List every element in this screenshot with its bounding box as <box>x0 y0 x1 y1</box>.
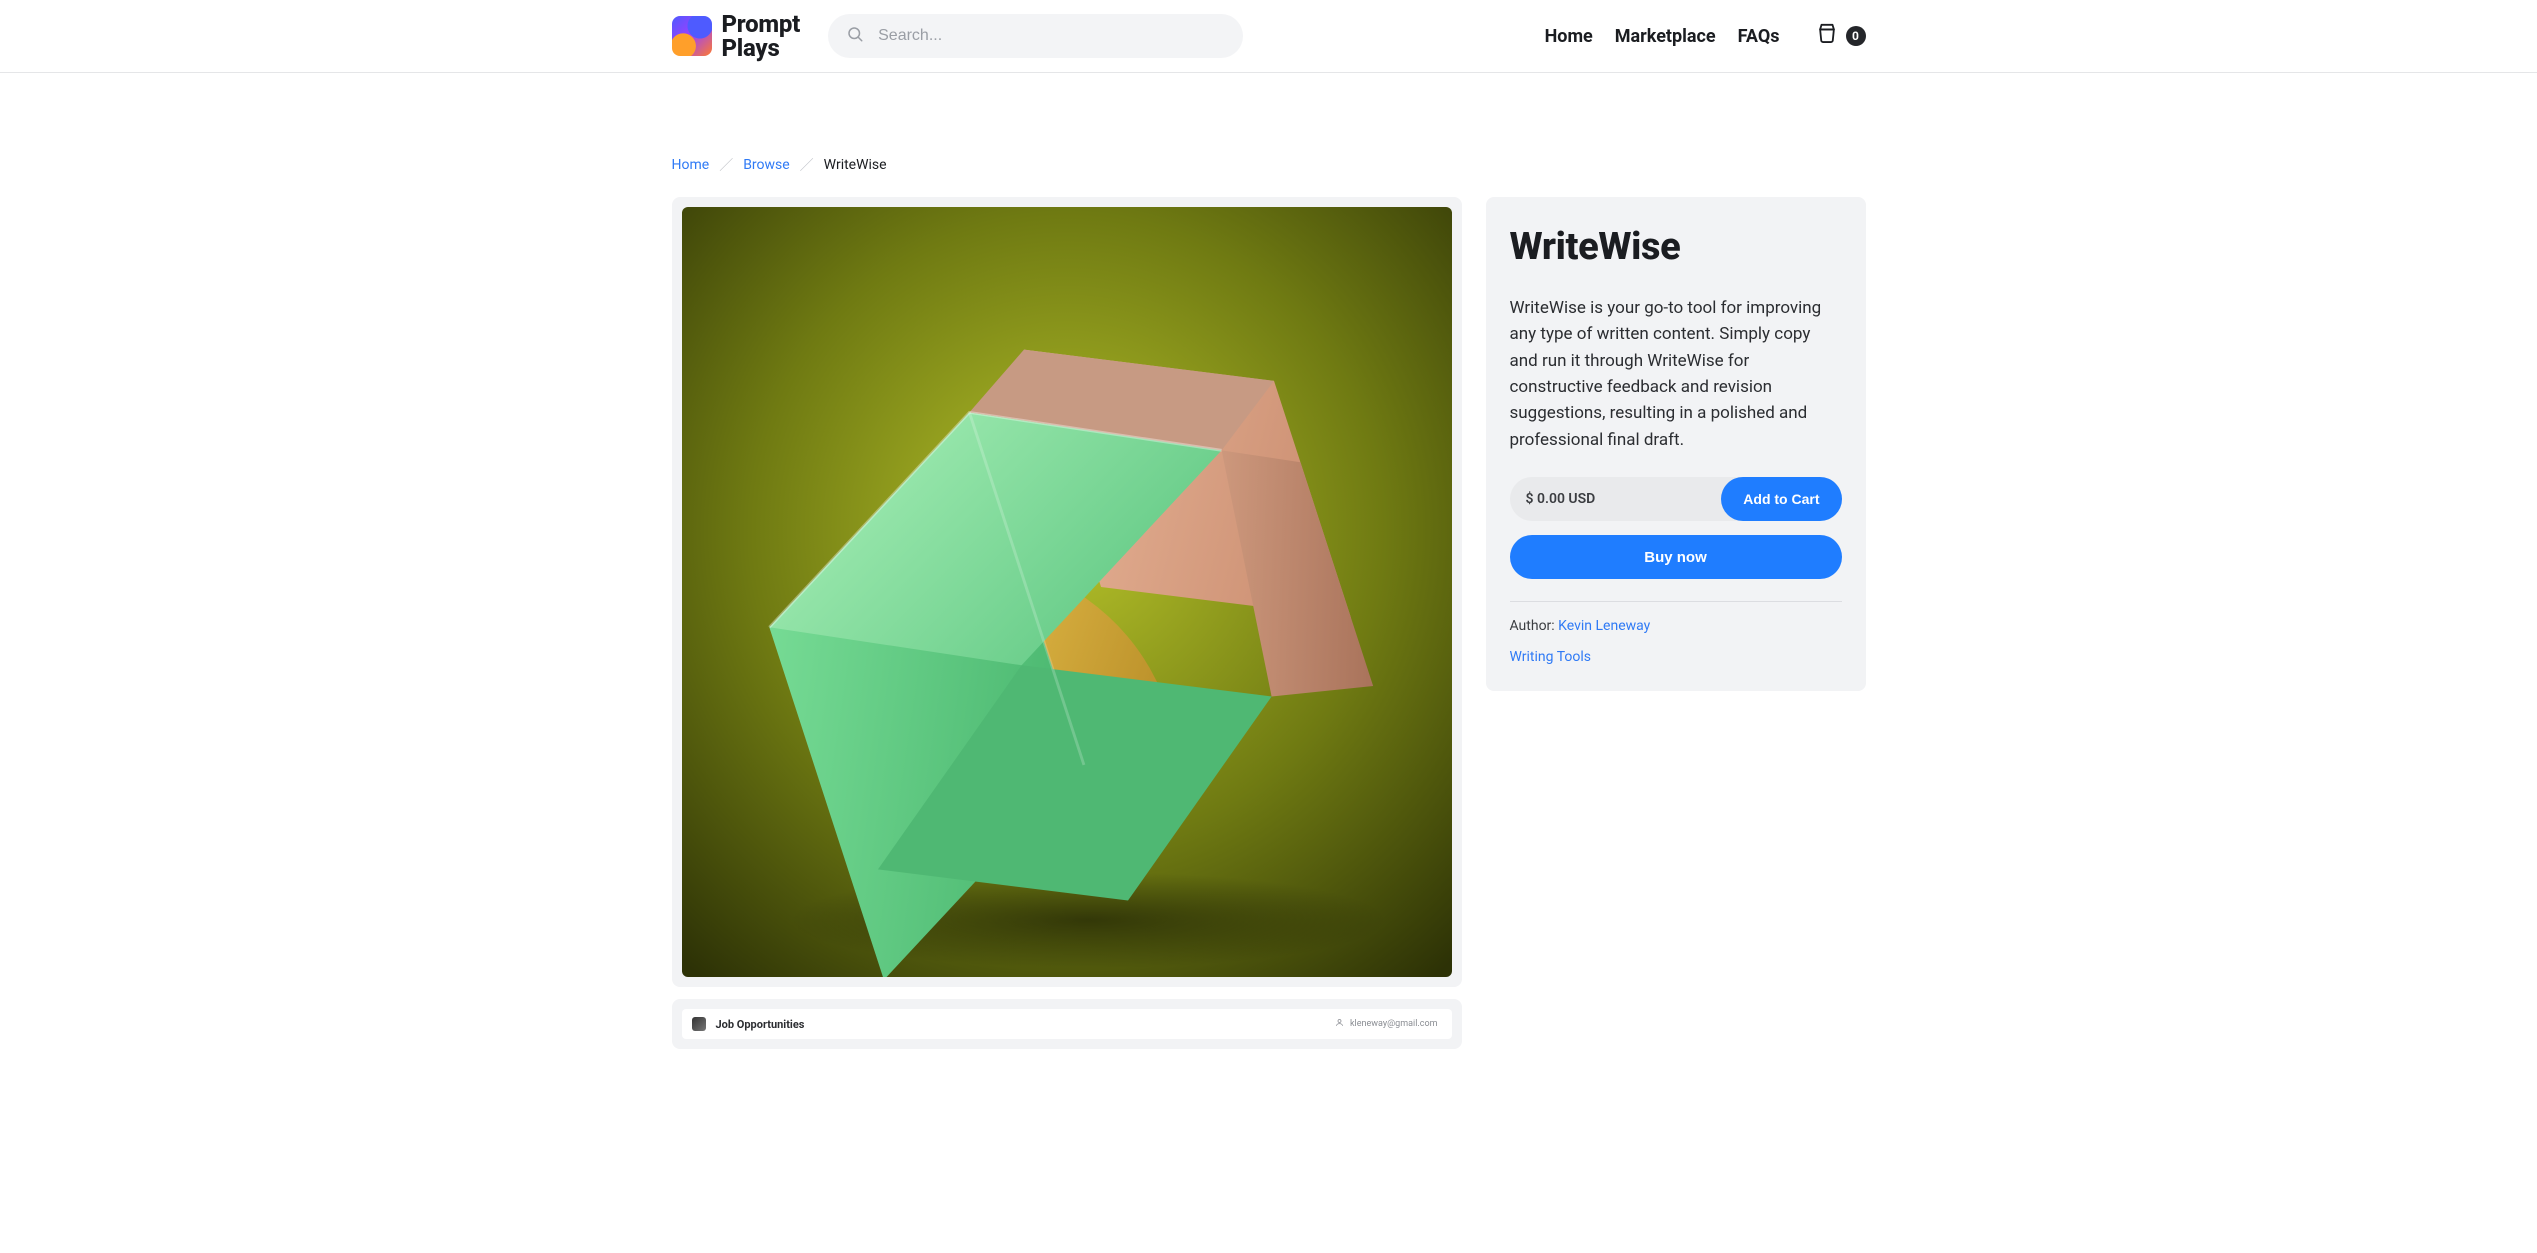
breadcrumb: Home ／ Browse ／ WriteWise <box>672 73 1866 197</box>
hero-image <box>682 207 1452 977</box>
breadcrumb-sep-icon: ／ <box>800 155 814 175</box>
author-link[interactable]: Kevin Leneway <box>1558 618 1650 634</box>
search-input[interactable] <box>876 26 1225 46</box>
hero-image-card <box>672 197 1462 987</box>
divider <box>1510 601 1842 602</box>
topbar: Prompt Plays Home Marketplace FAQs <box>0 0 2537 73</box>
brand-logo[interactable]: Prompt Plays <box>672 12 801 61</box>
search-icon <box>846 25 864 47</box>
search-field[interactable] <box>828 14 1243 58</box>
product-summary-card: WriteWise WriteWise is your go-to tool f… <box>1486 197 1866 691</box>
brand-line1: Prompt <box>722 12 801 36</box>
product-title: WriteWise <box>1510 225 1842 269</box>
brand-logo-text: Prompt Plays <box>722 12 801 61</box>
buy-now-button[interactable]: Buy now <box>1510 535 1842 579</box>
author-line: Author: Kevin Leneway <box>1510 618 1842 634</box>
add-to-cart-button[interactable]: Add to Cart <box>1721 477 1841 521</box>
thumb-title: Job Opportunities <box>716 1018 805 1031</box>
breadcrumb-browse[interactable]: Browse <box>743 157 789 173</box>
thumb-logo-icon <box>692 1017 706 1031</box>
breadcrumb-current: WriteWise <box>824 157 887 173</box>
category-link[interactable]: Writing Tools <box>1510 649 1591 665</box>
user-icon <box>1335 1018 1344 1030</box>
secondary-thumbnail: Job Opportunities kleneway@gmail.com <box>682 1009 1452 1039</box>
author-prefix: Author: <box>1510 618 1559 634</box>
nav-home[interactable]: Home <box>1545 26 1593 47</box>
media-column: Job Opportunities kleneway@gmail.com <box>672 197 1462 1049</box>
brand-logo-mark <box>672 16 712 56</box>
primary-nav: Home Marketplace FAQs 0 <box>1545 23 1866 50</box>
breadcrumb-home[interactable]: Home <box>672 157 710 173</box>
product-price: $ 0.00 USD <box>1526 491 1596 507</box>
cart-count-badge: 0 <box>1846 26 1866 46</box>
cart-icon <box>1816 23 1838 50</box>
category-line: Writing Tools <box>1510 646 1842 665</box>
cart-button[interactable]: 0 <box>1816 23 1866 50</box>
breadcrumb-sep-icon: ／ <box>719 155 733 175</box>
brand-line2: Plays <box>722 36 801 60</box>
product-description: WriteWise is your go-to tool for improvi… <box>1510 295 1842 453</box>
nav-marketplace[interactable]: Marketplace <box>1615 26 1716 47</box>
nav-faqs[interactable]: FAQs <box>1738 26 1780 47</box>
secondary-image-card: Job Opportunities kleneway@gmail.com <box>672 999 1462 1049</box>
price-row: $ 0.00 USD Add to Cart <box>1510 477 1842 521</box>
thumb-email: kleneway@gmail.com <box>1350 1019 1438 1029</box>
